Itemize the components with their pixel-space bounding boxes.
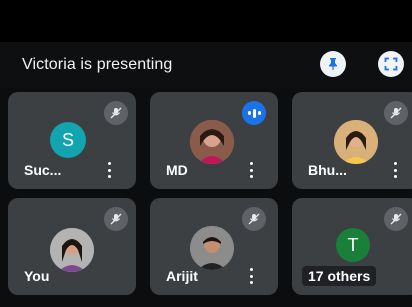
others-count-label: 17 others xyxy=(302,266,377,286)
participant-name: Bhu... xyxy=(308,162,347,178)
mic-off-icon xyxy=(384,207,408,231)
participant-tile-md[interactable]: MD xyxy=(150,92,278,189)
pin-icon xyxy=(329,58,337,70)
participant-name: MD xyxy=(166,162,188,178)
mic-off-icon xyxy=(104,101,128,125)
top-bar xyxy=(0,0,412,42)
presenting-label: Victoria is presenting xyxy=(22,56,173,73)
more-options-icon[interactable] xyxy=(390,162,400,178)
more-options-icon[interactable] xyxy=(104,162,114,178)
avatar: S xyxy=(50,122,86,158)
avatar xyxy=(190,120,234,164)
participant-name: Suc... xyxy=(24,162,62,178)
avatar xyxy=(190,226,234,270)
avatar-letter: T xyxy=(347,234,359,255)
avatar-letter: S xyxy=(61,129,74,150)
more-options-icon[interactable] xyxy=(246,268,256,284)
mic-off-icon xyxy=(384,101,408,125)
participant-tile-you[interactable]: You xyxy=(8,198,136,295)
participant-name: Arijit xyxy=(166,268,198,284)
participant-tile-others[interactable]: T 17 others xyxy=(292,198,412,295)
mic-off-icon xyxy=(104,207,128,231)
fullscreen-button[interactable] xyxy=(378,51,404,77)
speaking-indicator-icon xyxy=(242,101,266,125)
presentation-bar: Victoria is presenting xyxy=(0,42,412,88)
participant-tile-arijit[interactable]: Arijit xyxy=(150,198,278,295)
more-options-icon[interactable] xyxy=(246,162,256,178)
avatar xyxy=(334,120,378,164)
avatar xyxy=(50,228,94,272)
participant-tile-suc[interactable]: S Suc... xyxy=(8,92,136,189)
participant-name: You xyxy=(24,268,50,284)
pin-button[interactable] xyxy=(320,51,346,77)
avatar: T xyxy=(336,228,370,262)
mic-off-icon xyxy=(242,207,266,231)
fullscreen-icon xyxy=(384,57,398,71)
participant-tile-bhu[interactable]: Bhu... xyxy=(292,92,412,189)
